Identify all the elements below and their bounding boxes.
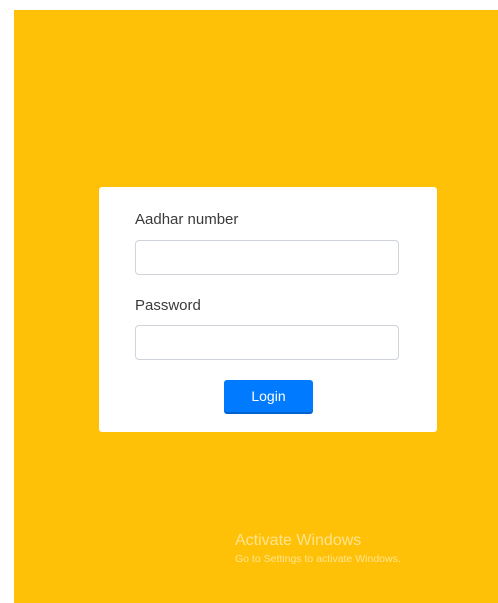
password-label: Password <box>135 297 201 314</box>
password-input[interactable] <box>135 325 399 360</box>
activate-windows-watermark: Activate Windows Go to Settings to activ… <box>235 531 401 567</box>
watermark-subtitle: Go to Settings to activate Windows. <box>235 553 401 565</box>
aadhar-label: Aadhar number <box>135 211 239 228</box>
watermark-title: Activate Windows <box>235 532 362 549</box>
aadhar-input[interactable] <box>135 240 399 275</box>
login-button[interactable]: Login <box>224 380 313 412</box>
page-background: Aadhar number Password Login <box>14 10 498 603</box>
login-card: Aadhar number Password Login <box>99 187 437 432</box>
